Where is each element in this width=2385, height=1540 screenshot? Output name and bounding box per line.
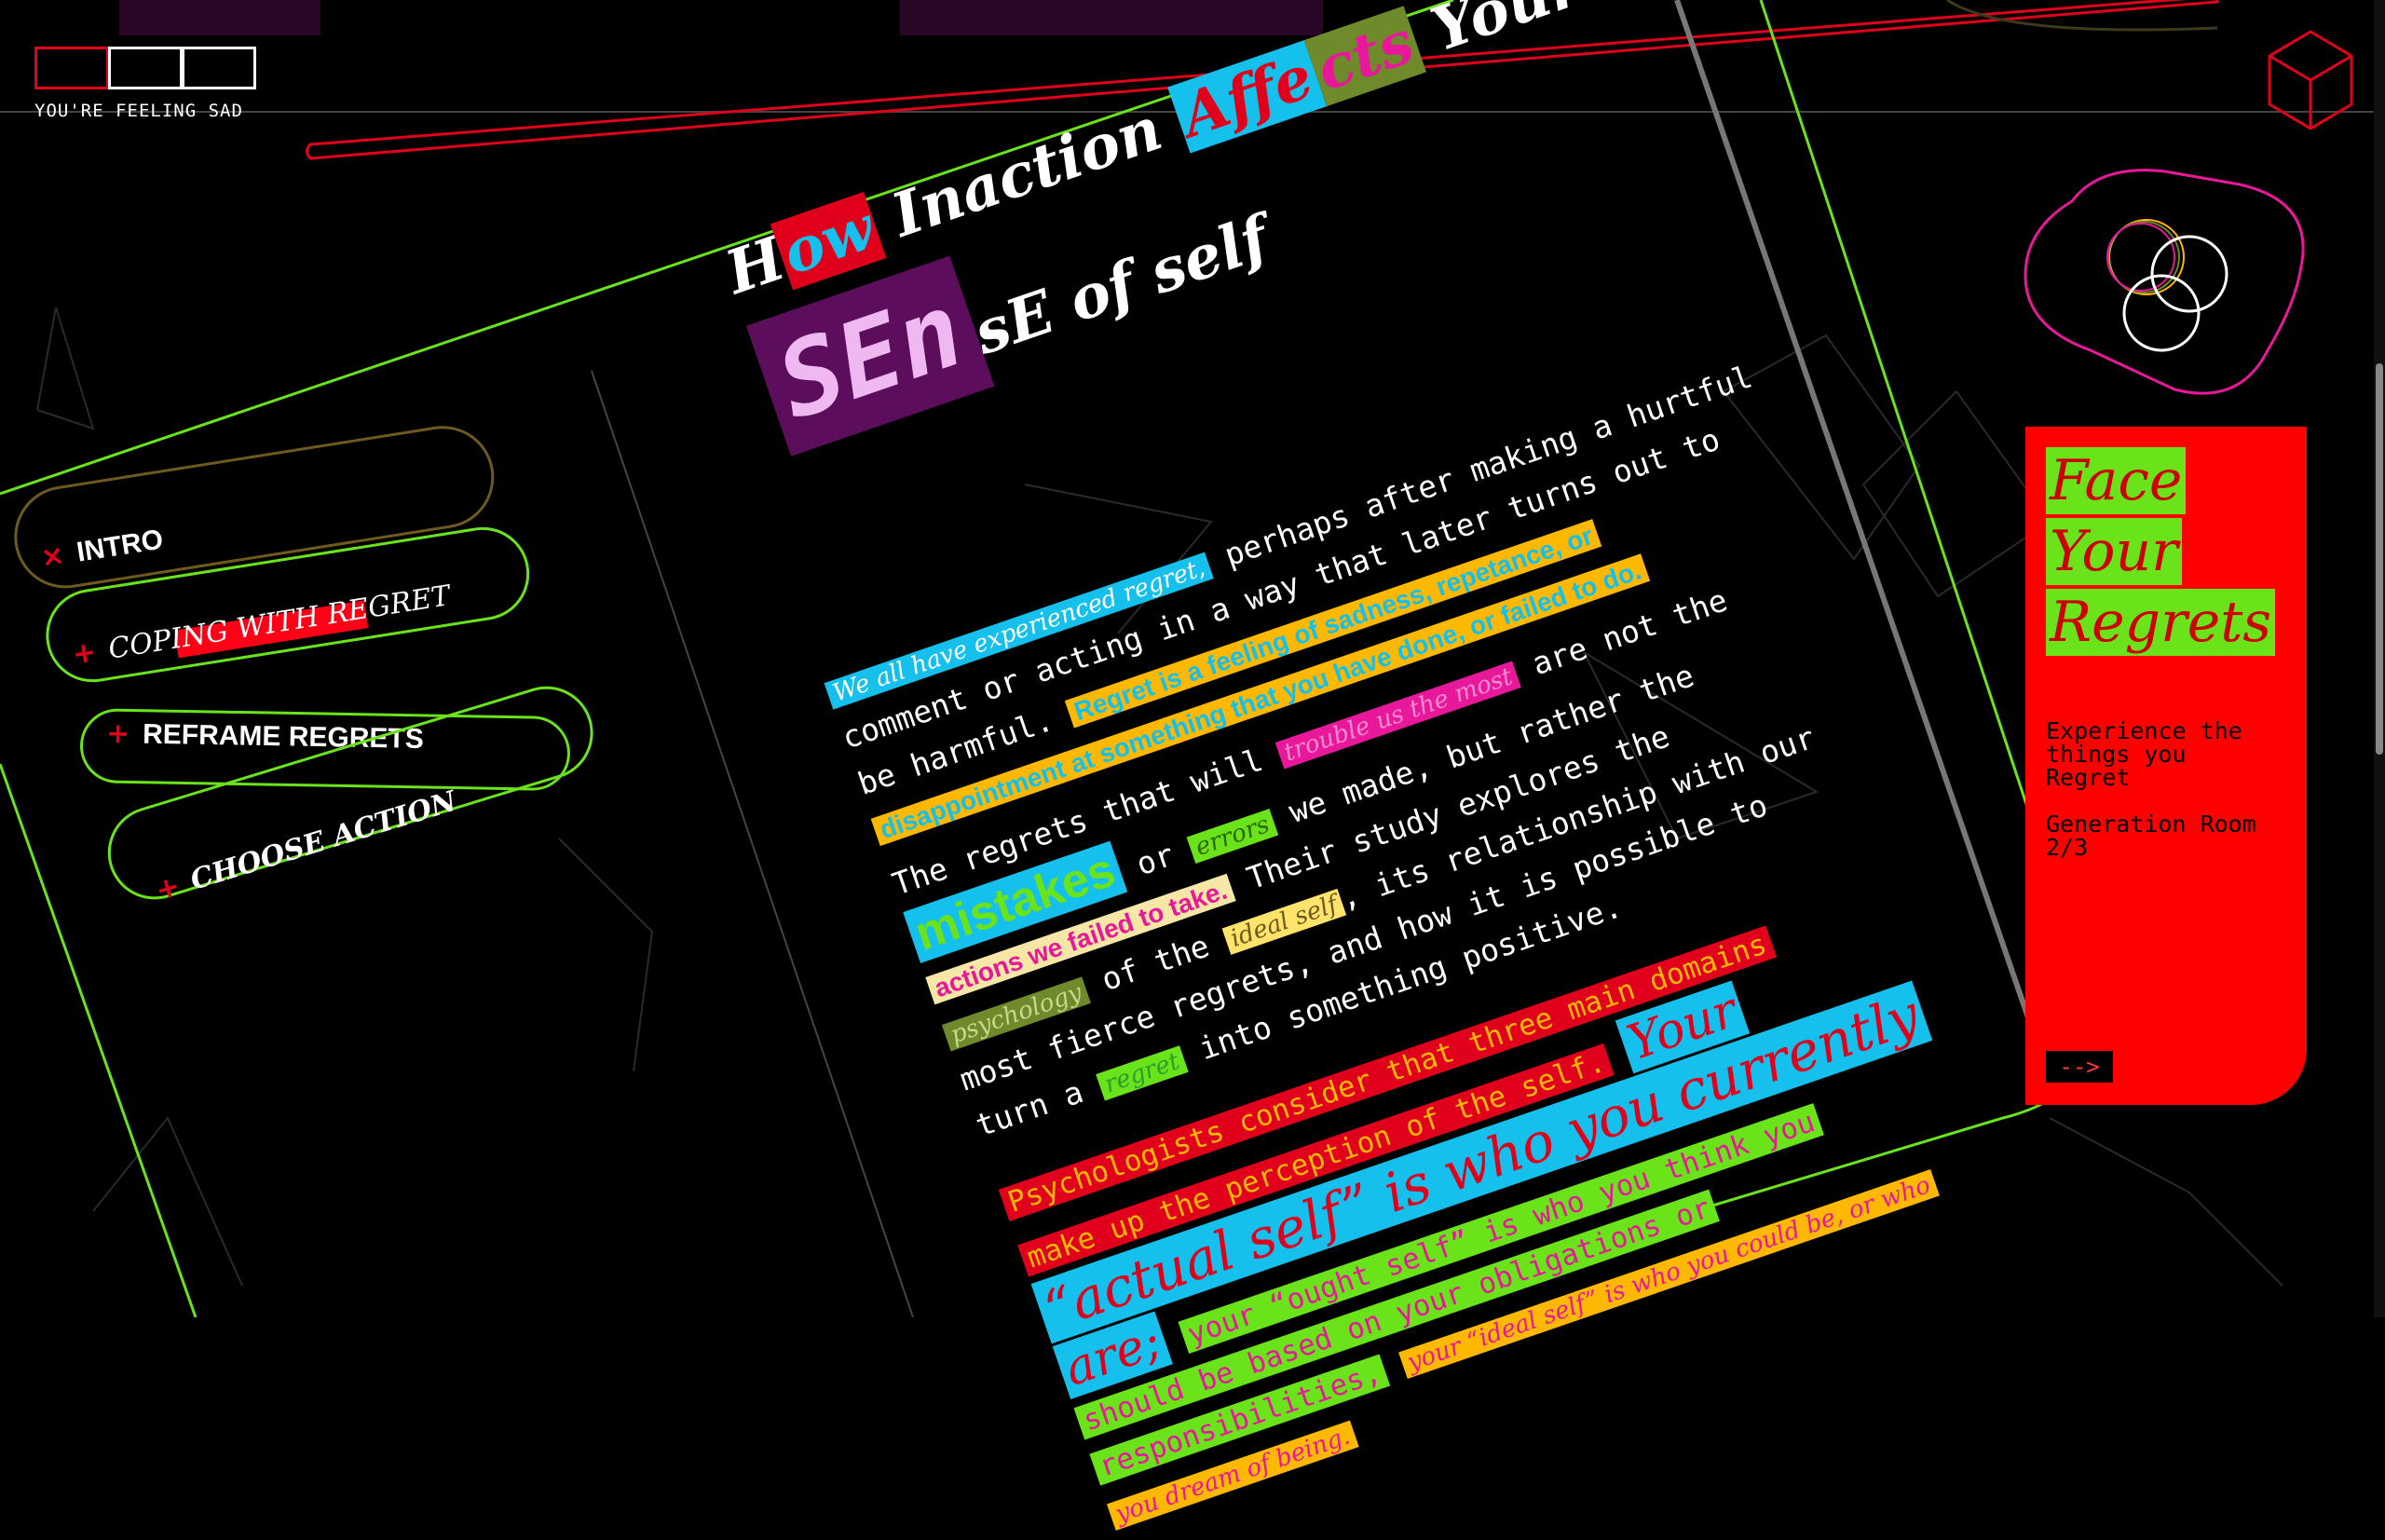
panel-subtitle: Experience the things you Regret <box>2046 717 2242 791</box>
mood-label: YOU'RE FEELING SAD <box>34 101 243 121</box>
scrollbar-track[interactable] <box>2374 0 2385 1317</box>
close-icon: × <box>38 538 67 575</box>
scrollbar-thumb[interactable] <box>2376 363 2383 755</box>
rings-icon <box>2106 219 2228 352</box>
rings-widget[interactable] <box>2016 164 2314 416</box>
panel-heading-word-1: Face <box>2046 447 2187 514</box>
regret-panel: Face Your Regrets Experience the things … <box>2025 427 2307 1105</box>
mood-meter-segment-2 <box>108 47 183 89</box>
top-tab-left[interactable] <box>119 0 320 35</box>
next-button[interactable]: --> <box>2046 1051 2113 1083</box>
cube-icon[interactable] <box>2266 28 2355 132</box>
plus-icon: + <box>70 635 99 672</box>
plus-icon: + <box>105 717 130 751</box>
panel-room-label: Generation Room 2/3 <box>2046 811 2256 861</box>
top-tab-center[interactable] <box>900 0 1323 35</box>
mood-meter-segment-3 <box>182 47 256 89</box>
panel-heading-word-2: Your <box>2046 518 2182 585</box>
panel-heading-word-3: Regrets <box>2046 589 2276 656</box>
mood-meter-segment-1 <box>34 47 109 89</box>
